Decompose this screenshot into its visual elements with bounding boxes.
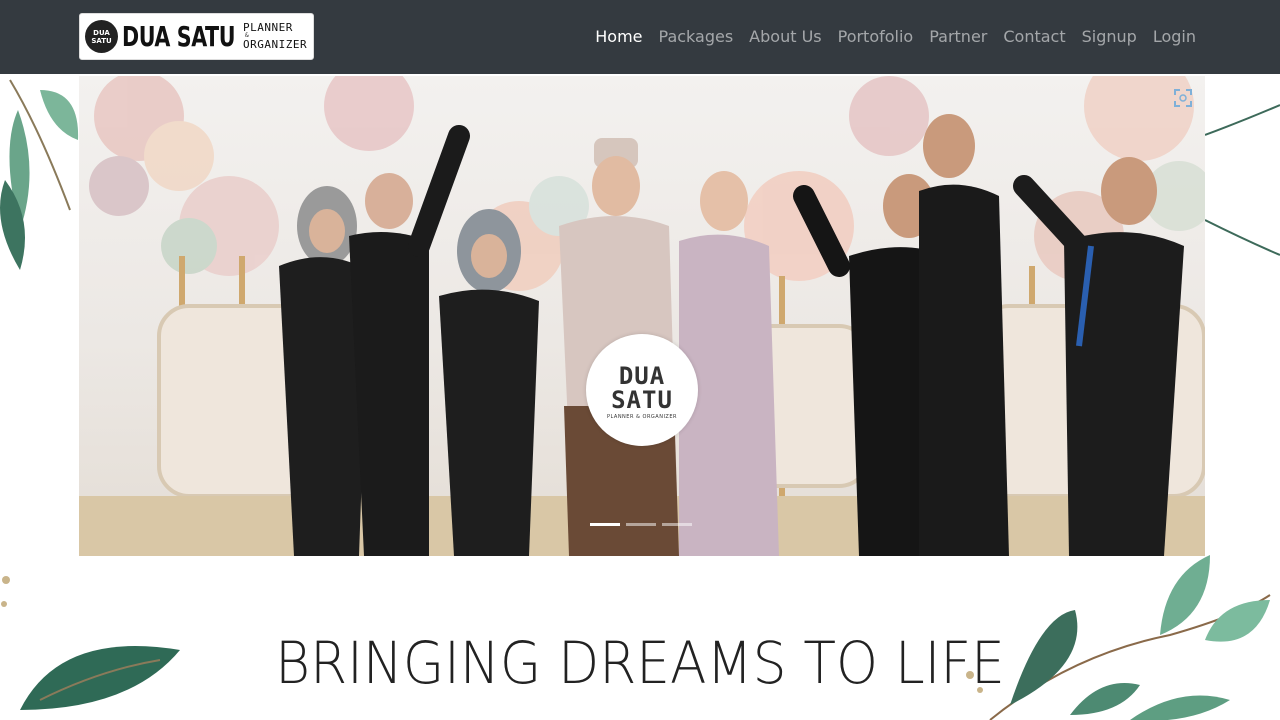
nav-signup[interactable]: Signup (1082, 26, 1137, 48)
carousel-indicator-1[interactable] (590, 523, 620, 526)
brand-subtitle: PLANNER & ORGANIZER (243, 21, 308, 51)
nav-login[interactable]: Login (1153, 26, 1196, 48)
nav-portfolio[interactable]: Portofolio (838, 26, 914, 48)
carousel-indicator-2[interactable] (626, 523, 656, 526)
navbar: DUA SATU DUA SATU PLANNER & ORGANIZER Hom… (0, 0, 1280, 74)
hero-carousel[interactable]: DUA SATU PLANNER & ORGANIZER (79, 76, 1205, 556)
carousel-indicators (590, 523, 692, 526)
leaf-decoration-left-top (0, 79, 79, 270)
brand-name: DUA SATU (122, 20, 236, 53)
carousel-center-logo: DUA SATU PLANNER & ORGANIZER (586, 334, 698, 446)
expand-icon[interactable] (1173, 88, 1193, 108)
carousel-indicator-3[interactable] (662, 523, 692, 526)
leaf-decoration-right-top (1205, 104, 1280, 256)
main-nav: Home Packages About Us Portofolio Partne… (595, 26, 1196, 48)
brand-badge-icon: DUA SATU (85, 20, 118, 53)
hero-photo (79, 76, 1205, 556)
nav-about-us[interactable]: About Us (749, 26, 821, 48)
nav-partner[interactable]: Partner (929, 26, 987, 48)
nav-home[interactable]: Home (595, 26, 642, 48)
brand-logo-link[interactable]: DUA SATU DUA SATU PLANNER & ORGANIZER (79, 13, 314, 60)
nav-contact[interactable]: Contact (1003, 26, 1065, 48)
nav-packages[interactable]: Packages (659, 26, 734, 48)
hero-tagline: BRINGING DREAMS TO LIFE (275, 629, 1005, 697)
